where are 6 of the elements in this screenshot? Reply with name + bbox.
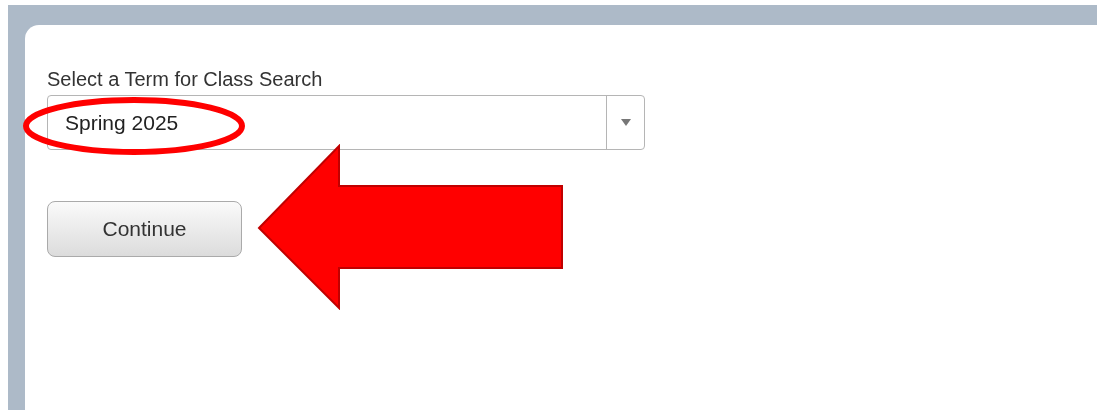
field-label: Select a Term for Class Search bbox=[47, 67, 324, 91]
continue-button[interactable]: Continue bbox=[47, 201, 242, 257]
term-dropdown[interactable]: Spring 2025 bbox=[47, 95, 645, 150]
arrow-icon bbox=[257, 144, 565, 310]
dropdown-value: Spring 2025 bbox=[64, 109, 180, 136]
caret-icon bbox=[620, 119, 631, 126]
